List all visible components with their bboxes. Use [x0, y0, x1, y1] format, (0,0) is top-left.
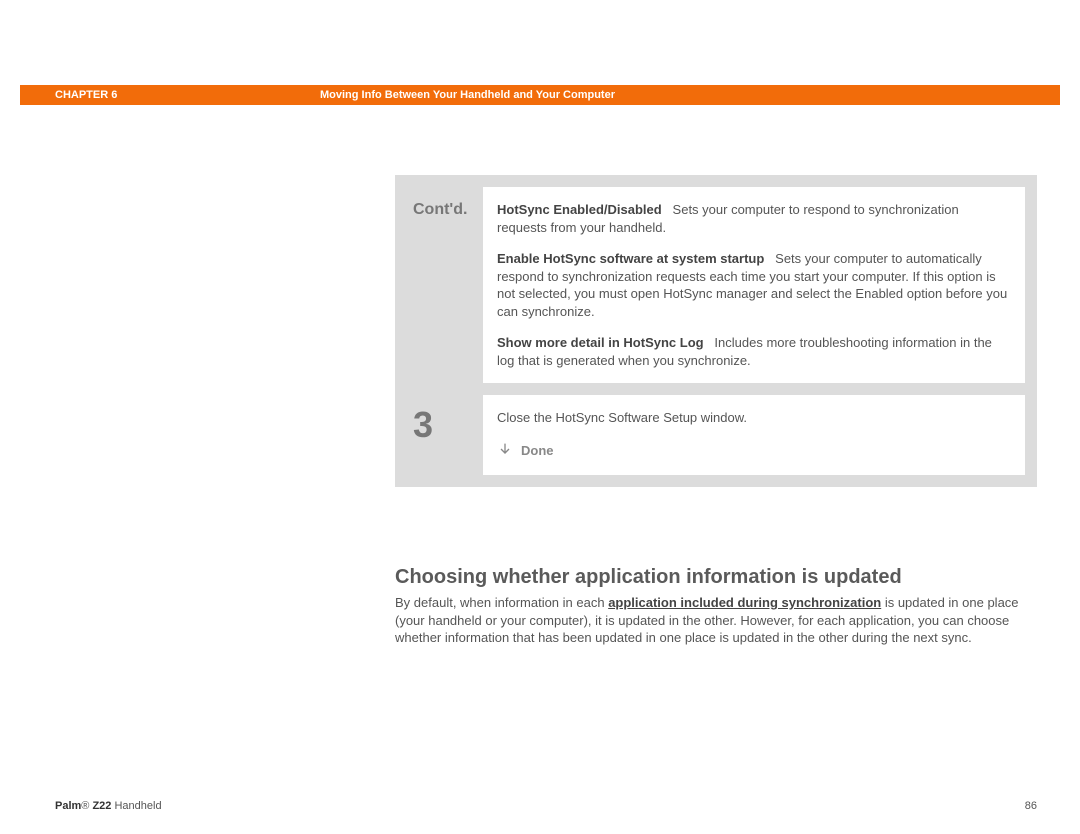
- step-3-label: 3: [407, 395, 483, 475]
- chapter-label: CHAPTER 6: [20, 89, 117, 101]
- step-contd-label: Cont'd.: [407, 187, 483, 383]
- step-3-text: Close the HotSync Software Setup window.: [497, 409, 1011, 427]
- contd-para-3: Show more detail in HotSync Log Includes…: [497, 334, 1011, 369]
- step-contd-body: HotSync Enabled/Disabled Sets your compu…: [483, 187, 1025, 383]
- contd-para-2: Enable HotSync software at system startu…: [497, 250, 1011, 320]
- contd-para-2-bold: Enable HotSync software at system startu…: [497, 251, 764, 266]
- footer-page-number: 86: [1025, 800, 1037, 812]
- footer-model: Z22: [89, 800, 111, 812]
- step-contd-row: Cont'd. HotSync Enabled/Disabled Sets yo…: [407, 187, 1025, 383]
- page-header-bar: CHAPTER 6 Moving Info Between Your Handh…: [20, 85, 1060, 105]
- done-label: Done: [521, 442, 554, 460]
- instruction-box: Cont'd. HotSync Enabled/Disabled Sets yo…: [395, 175, 1037, 487]
- contd-para-3-bold: Show more detail in HotSync Log: [497, 335, 704, 350]
- step-3-row: 3 Close the HotSync Software Setup windo…: [407, 395, 1025, 475]
- done-row: Done: [497, 441, 1011, 462]
- footer-rest: Handheld: [111, 800, 161, 812]
- step-3-body: Close the HotSync Software Setup window.…: [483, 395, 1025, 475]
- section-para-link[interactable]: application included during synchronizat…: [608, 595, 881, 610]
- footer-product: Palm® Z22 Handheld: [55, 800, 162, 812]
- section-para-before: By default, when information in each: [395, 595, 608, 610]
- contd-para-1-bold: HotSync Enabled/Disabled: [497, 202, 662, 217]
- page-footer: Palm® Z22 Handheld 86: [55, 800, 1037, 812]
- down-arrow-icon: [497, 441, 513, 462]
- chapter-title: Moving Info Between Your Handheld and Yo…: [320, 89, 615, 101]
- section-paragraph: By default, when information in each app…: [395, 594, 1037, 647]
- footer-brand: Palm: [55, 800, 81, 812]
- section-heading: Choosing whether application information…: [395, 566, 902, 589]
- row-gap: [407, 383, 1025, 395]
- contd-para-1: HotSync Enabled/Disabled Sets your compu…: [497, 201, 1011, 236]
